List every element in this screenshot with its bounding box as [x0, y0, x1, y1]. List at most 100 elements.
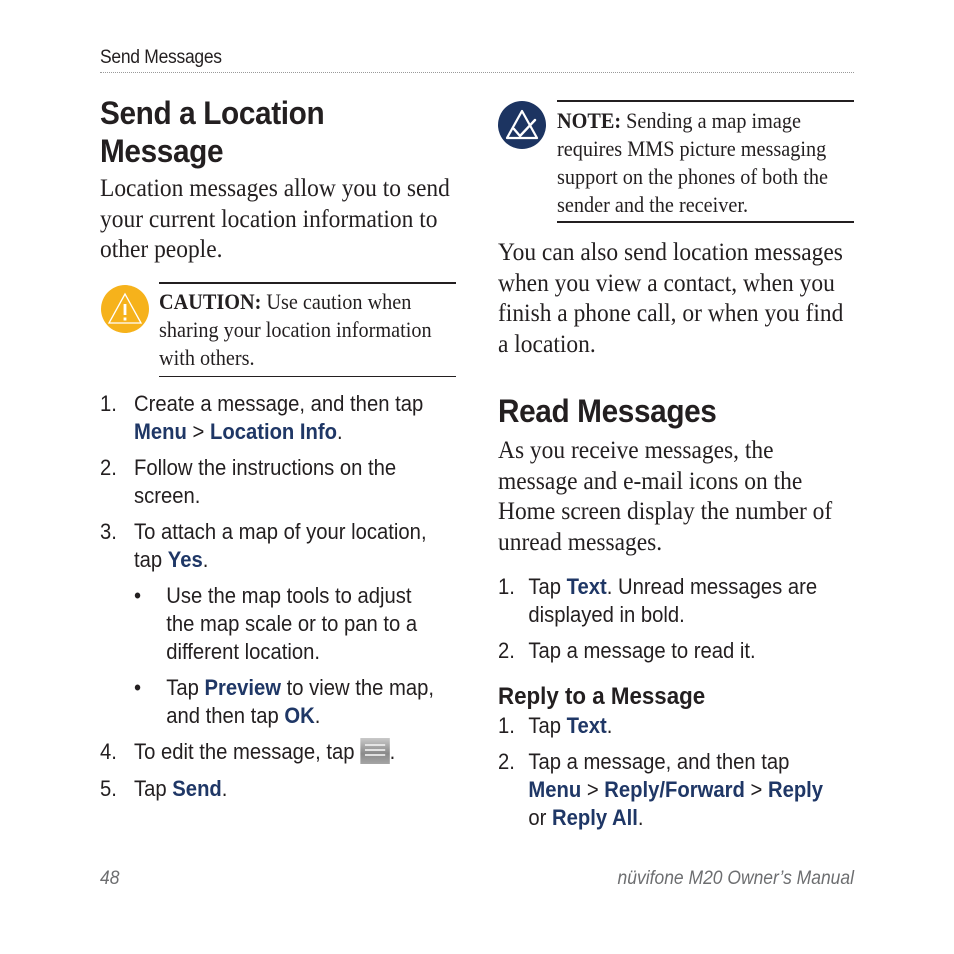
note-line: requires MMS picture messaging: [557, 136, 827, 161]
note-line: support on the phones of both the: [557, 164, 828, 189]
keyword-send: Send: [172, 776, 222, 801]
note-check-icon: [498, 101, 546, 149]
para-line: your current location information to: [100, 203, 438, 233]
page-number: 48: [100, 868, 120, 889]
bullet-symbol: •: [134, 675, 142, 700]
caution-label: CAUTION:: [159, 289, 262, 314]
step-line: . Unread messages are: [606, 574, 818, 599]
punct: .: [202, 547, 209, 572]
caution-line: sharing your location information: [159, 317, 432, 342]
step-line: Follow the instructions on the: [134, 455, 397, 480]
step-number: 2.: [100, 455, 117, 480]
bullet-line: Use the map tools to adjust: [166, 583, 412, 608]
para-line: message and e-mail icons on the: [498, 465, 803, 495]
bullet-line: to view the map,: [281, 675, 435, 700]
keyword-text: Text: [566, 574, 607, 599]
read-intro-paragraph: As you receive messages, the message and…: [498, 435, 832, 557]
step-text: Follow the instructions on the screen.: [134, 454, 396, 510]
step-line: Tap: [528, 713, 567, 738]
separator: >: [744, 777, 768, 802]
step-line: Tap a message, and then tap: [528, 749, 790, 774]
para-line: Home screen display the number of: [498, 496, 833, 525]
separator: >: [581, 777, 605, 802]
step-text: Create a message, and then tap Menu > Lo…: [134, 390, 423, 446]
note-line: sender and the receiver.: [557, 192, 749, 217]
keyword-text: Text: [566, 713, 607, 738]
step-line: To edit the message, tap: [134, 739, 361, 764]
keyword-yes: Yes: [167, 547, 203, 572]
step-line: Tap: [528, 574, 567, 599]
punct: .: [389, 739, 396, 764]
header-divider: [100, 72, 854, 73]
para-line: Location messages allow you to send: [100, 173, 450, 202]
step-text: Tap a message to read it.: [528, 638, 756, 663]
keyword-reply: Reply: [767, 777, 824, 802]
running-head: Send Messages: [100, 47, 222, 68]
bullet-line: and then tap: [166, 703, 285, 728]
caution-triangle-icon: [101, 285, 149, 333]
step-line: tap: [134, 547, 168, 572]
separator: >: [186, 419, 210, 444]
step-text: Tap a message, and then tap Menu > Reply…: [528, 748, 823, 832]
keyword-location-info: Location Info: [209, 419, 338, 444]
keyword-menu: Menu: [134, 419, 187, 444]
punct: .: [606, 713, 613, 738]
step-line: Create a message, and then tap: [134, 391, 424, 416]
bullet-text: Tap Preview to view the map, and then ta…: [166, 674, 434, 730]
note-label: NOTE:: [557, 108, 622, 133]
bullet-line: Tap: [166, 675, 205, 700]
intro-paragraph: Location messages allow you to send your…: [100, 173, 450, 265]
manual-title: nüvifone M20 Owner’s Manual: [617, 868, 854, 889]
para-line: a location.: [498, 328, 596, 358]
note-top-rule: [557, 100, 854, 102]
step-number: 3.: [100, 519, 117, 544]
punct: .: [337, 419, 343, 444]
para-line: You can also send location messages: [498, 237, 843, 266]
para-line: when you view a contact, when you: [498, 267, 835, 297]
step-line: displayed in bold.: [528, 602, 685, 627]
keyword-reply-forward: Reply/Forward: [604, 777, 745, 802]
step-text: Tap Text. Unread messages are displayed …: [528, 573, 817, 629]
bullet-text: Use the map tools to adjust the map scal…: [166, 582, 417, 666]
punct: .: [221, 776, 228, 801]
step-number: 2.: [498, 749, 515, 774]
step-line: To attach a map of your location,: [134, 519, 427, 544]
keyword-preview: Preview: [204, 675, 282, 700]
bullet-symbol: •: [134, 583, 142, 608]
keyword-menu: Menu: [528, 777, 582, 802]
section-title-read-messages: Read Messages: [498, 393, 717, 429]
step-text: Tap Text.: [528, 712, 612, 740]
para-line: unread messages.: [498, 526, 663, 556]
punct: .: [314, 703, 321, 728]
step-number: 2.: [498, 638, 515, 663]
step-line: screen.: [134, 483, 201, 508]
keyboard-icon: [360, 738, 390, 764]
step-line: Tap: [134, 776, 173, 801]
step-text: To attach a map of your location, tap Ye…: [134, 518, 427, 574]
step-number: 1.: [498, 713, 515, 738]
caution-line: Use caution when: [261, 289, 412, 314]
title-line: Message: [100, 133, 224, 169]
also-paragraph: You can also send location messages when…: [498, 237, 843, 359]
step-line: or: [528, 805, 552, 830]
keyword-ok: OK: [284, 703, 315, 728]
bullet-line: the map scale or to pan to a: [166, 611, 418, 636]
step-number: 5.: [100, 776, 117, 801]
para-line: other people.: [100, 234, 223, 263]
bullet-line: different location.: [166, 639, 321, 664]
step-number: 1.: [498, 574, 515, 599]
step-number: 1.: [100, 391, 117, 416]
section-title-send-location: Send a Location Message: [100, 94, 325, 170]
para-line: As you receive messages, the: [498, 435, 774, 464]
caution-top-rule: [159, 282, 456, 284]
note-line: Sending a map image: [621, 108, 801, 133]
keyword-reply-all: Reply All: [551, 805, 638, 830]
caution-bottom-rule: [159, 376, 456, 377]
step-text: To edit the message, tap .: [134, 738, 395, 766]
step-number: 4.: [100, 739, 117, 764]
para-line: finish a phone call, or when you find: [498, 298, 844, 327]
title-line: Send a Location: [100, 95, 325, 131]
caution-line: with others.: [159, 345, 255, 370]
punct: .: [637, 805, 644, 830]
subsection-title-reply: Reply to a Message: [498, 683, 706, 710]
